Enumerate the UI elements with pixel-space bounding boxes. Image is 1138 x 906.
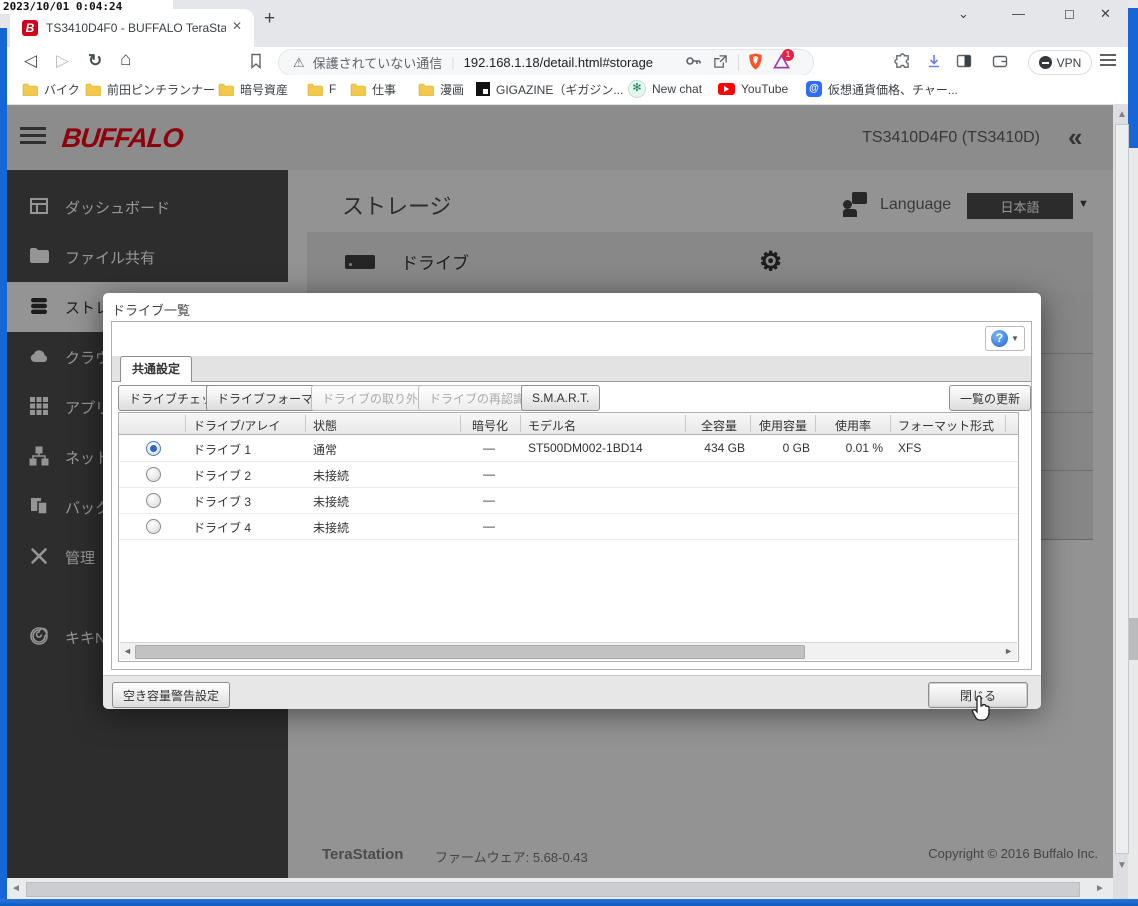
desktop-left-edge <box>0 28 7 899</box>
url-text: 192.168.1.18/detail.html#storage <box>463 55 654 70</box>
dialog-footer <box>103 675 1041 709</box>
brave-rewards-icon[interactable]: 1 <box>773 48 795 72</box>
back-icon[interactable]: ◁ <box>24 51 37 71</box>
tab-close-icon[interactable]: ✕ <box>232 19 242 33</box>
tab-common-settings[interactable]: 共通設定 <box>120 356 192 382</box>
extensions-puzzle-icon[interactable] <box>894 53 911 75</box>
drive-table: ドライブ/アレイ 状態 暗号化 モデル名 全容量 使用容量 使用率 フォーマット… <box>118 412 1019 662</box>
radio-unselected[interactable] <box>146 467 161 482</box>
scroll-right-icon[interactable]: ► <box>1004 646 1013 656</box>
saved-password-key-icon[interactable] <box>685 53 701 72</box>
table-horizontal-scrollbar[interactable]: ◄ ► <box>120 642 1017 660</box>
home-icon[interactable]: ⌂ <box>120 49 131 71</box>
folder-icon <box>218 83 234 96</box>
table-row[interactable]: ドライブ 4 未接続 — <box>119 513 1018 540</box>
mouse-cursor-pointer <box>971 695 993 724</box>
bookmark-item[interactable]: ✻ New chat <box>628 80 702 98</box>
window-maximize-button[interactable]: ☐ <box>1064 8 1075 22</box>
folder-icon <box>22 83 38 96</box>
security-label: 保護されていない通信 <box>312 56 443 71</box>
radio-selected[interactable] <box>146 441 161 456</box>
help-button[interactable]: ? ▼ <box>985 326 1025 351</box>
radio-unselected[interactable] <box>146 519 161 534</box>
sidebar-panel-icon[interactable] <box>956 53 972 74</box>
vpn-button[interactable]: VPN <box>1028 50 1092 75</box>
scroll-down-icon[interactable]: ▼ <box>1117 860 1127 871</box>
bookmark-item[interactable]: GIGAZINE（ギガジン... <box>476 81 623 97</box>
new-tab-button[interactable]: + <box>264 8 275 30</box>
folder-icon <box>307 83 323 96</box>
scrollbar-thumb[interactable] <box>1114 124 1129 854</box>
share-icon[interactable] <box>713 54 728 72</box>
page-vertical-scrollbar[interactable]: ▲ ▼ <box>1113 105 1129 899</box>
folder-icon <box>418 83 434 96</box>
tab-strip <box>112 356 1031 382</box>
help-icon: ? <box>991 330 1009 347</box>
dialog-title: ドライブ一覧 <box>112 303 191 318</box>
address-divider: | <box>451 55 455 70</box>
scrollbar-thumb[interactable] <box>135 645 805 659</box>
table-header-row: ドライブ/アレイ 状態 暗号化 モデル名 全容量 使用容量 使用率 フォーマット… <box>119 413 1018 435</box>
tab-search-icon[interactable]: ⌄ <box>958 6 969 22</box>
folder-icon <box>350 83 366 96</box>
bookmark-item[interactable]: バイク <box>22 81 80 97</box>
drive-rediscover-button: ドライブの再認識 <box>418 385 537 411</box>
reload-icon[interactable]: ↻ <box>88 51 102 71</box>
forward-icon[interactable]: ▷ <box>56 51 69 71</box>
scroll-left-icon[interactable]: ◄ <box>123 646 132 656</box>
drive-list-dialog: ドライブ一覧 ? ▼ 共通設定 ドライブチェック ドライブフォーマット ドライブ… <box>103 293 1041 721</box>
youtube-icon <box>718 83 735 95</box>
address-bar[interactable]: ⚠ 保護されていない通信 | 192.168.1.18/detail.html#… <box>278 48 814 76</box>
gigazine-icon <box>476 82 490 96</box>
desktop-bottom-edge <box>0 899 1138 906</box>
address-separator <box>738 54 740 71</box>
bookmark-item[interactable]: @ 仮想通貨価格、チャー... <box>806 81 958 97</box>
bookmark-item[interactable]: 暗号資産 <box>218 81 288 97</box>
not-secure-warning-icon: ⚠ <box>293 54 305 70</box>
table-row[interactable]: ドライブ 2 未接続 — <box>119 461 1018 488</box>
tab-title: TS3410D4F0 - BUFFALO TeraStati <box>46 21 226 35</box>
downloads-icon[interactable] <box>926 53 942 74</box>
screen-timestamp: 2023/10/01 0:04:24 <box>0 0 173 14</box>
help-caret-icon: ▼ <box>1011 334 1019 343</box>
vpn-label: VPN <box>1056 55 1082 70</box>
rewards-badge: 1 <box>782 48 795 61</box>
bookmark-item[interactable]: 漫画 <box>418 81 464 97</box>
wallet-icon[interactable] <box>992 53 1008 74</box>
brave-shield-icon[interactable] <box>748 53 763 73</box>
desktop-right-edge <box>1128 0 1138 899</box>
page-horizontal-scrollbar[interactable]: ◄ ► <box>7 878 1113 899</box>
scroll-up-icon[interactable]: ▲ <box>1117 109 1127 120</box>
table-row[interactable]: ドライブ 1 通常 — ST500DM002-1BD14 434 GB 0 GB… <box>119 435 1018 462</box>
window-close-button[interactable]: ✕ <box>1100 6 1111 22</box>
radio-unselected[interactable] <box>146 493 161 508</box>
browser-menu-icon[interactable] <box>1100 51 1116 69</box>
scroll-left-icon[interactable]: ◄ <box>11 883 21 894</box>
free-space-warning-button[interactable]: 空き容量警告設定 <box>112 682 231 708</box>
buffalo-favicon-icon: B <box>22 20 38 36</box>
refresh-list-button[interactable]: 一覧の更新 <box>949 385 1031 411</box>
bookmark-ribbon-icon[interactable] <box>250 53 262 74</box>
vpn-status-icon <box>1038 56 1052 69</box>
bookmark-item[interactable]: 前田ピンチランナー <box>85 81 215 97</box>
scrollbar-thumb[interactable] <box>26 882 1080 897</box>
chatgpt-icon: ✻ <box>628 80 646 98</box>
browser-tab[interactable]: B TS3410D4F0 - BUFFALO TeraStati ✕ <box>10 9 254 47</box>
bookmark-item[interactable]: 仕事 <box>350 81 396 97</box>
table-row[interactable]: ドライブ 3 未接続 — <box>119 487 1018 514</box>
bookmark-item[interactable]: YouTube <box>718 81 788 97</box>
smart-button[interactable]: S.M.A.R.T. <box>521 385 601 411</box>
bookmark-item[interactable]: F <box>307 81 336 97</box>
crypto-site-icon: @ <box>806 81 822 97</box>
folder-icon <box>85 83 101 96</box>
dialog-content: ? ▼ 共通設定 ドライブチェック ドライブフォーマット ドライブの取り外し ド… <box>111 321 1032 670</box>
window-minimize-button[interactable]: — <box>1012 6 1025 21</box>
scroll-right-icon[interactable]: ► <box>1095 883 1105 894</box>
